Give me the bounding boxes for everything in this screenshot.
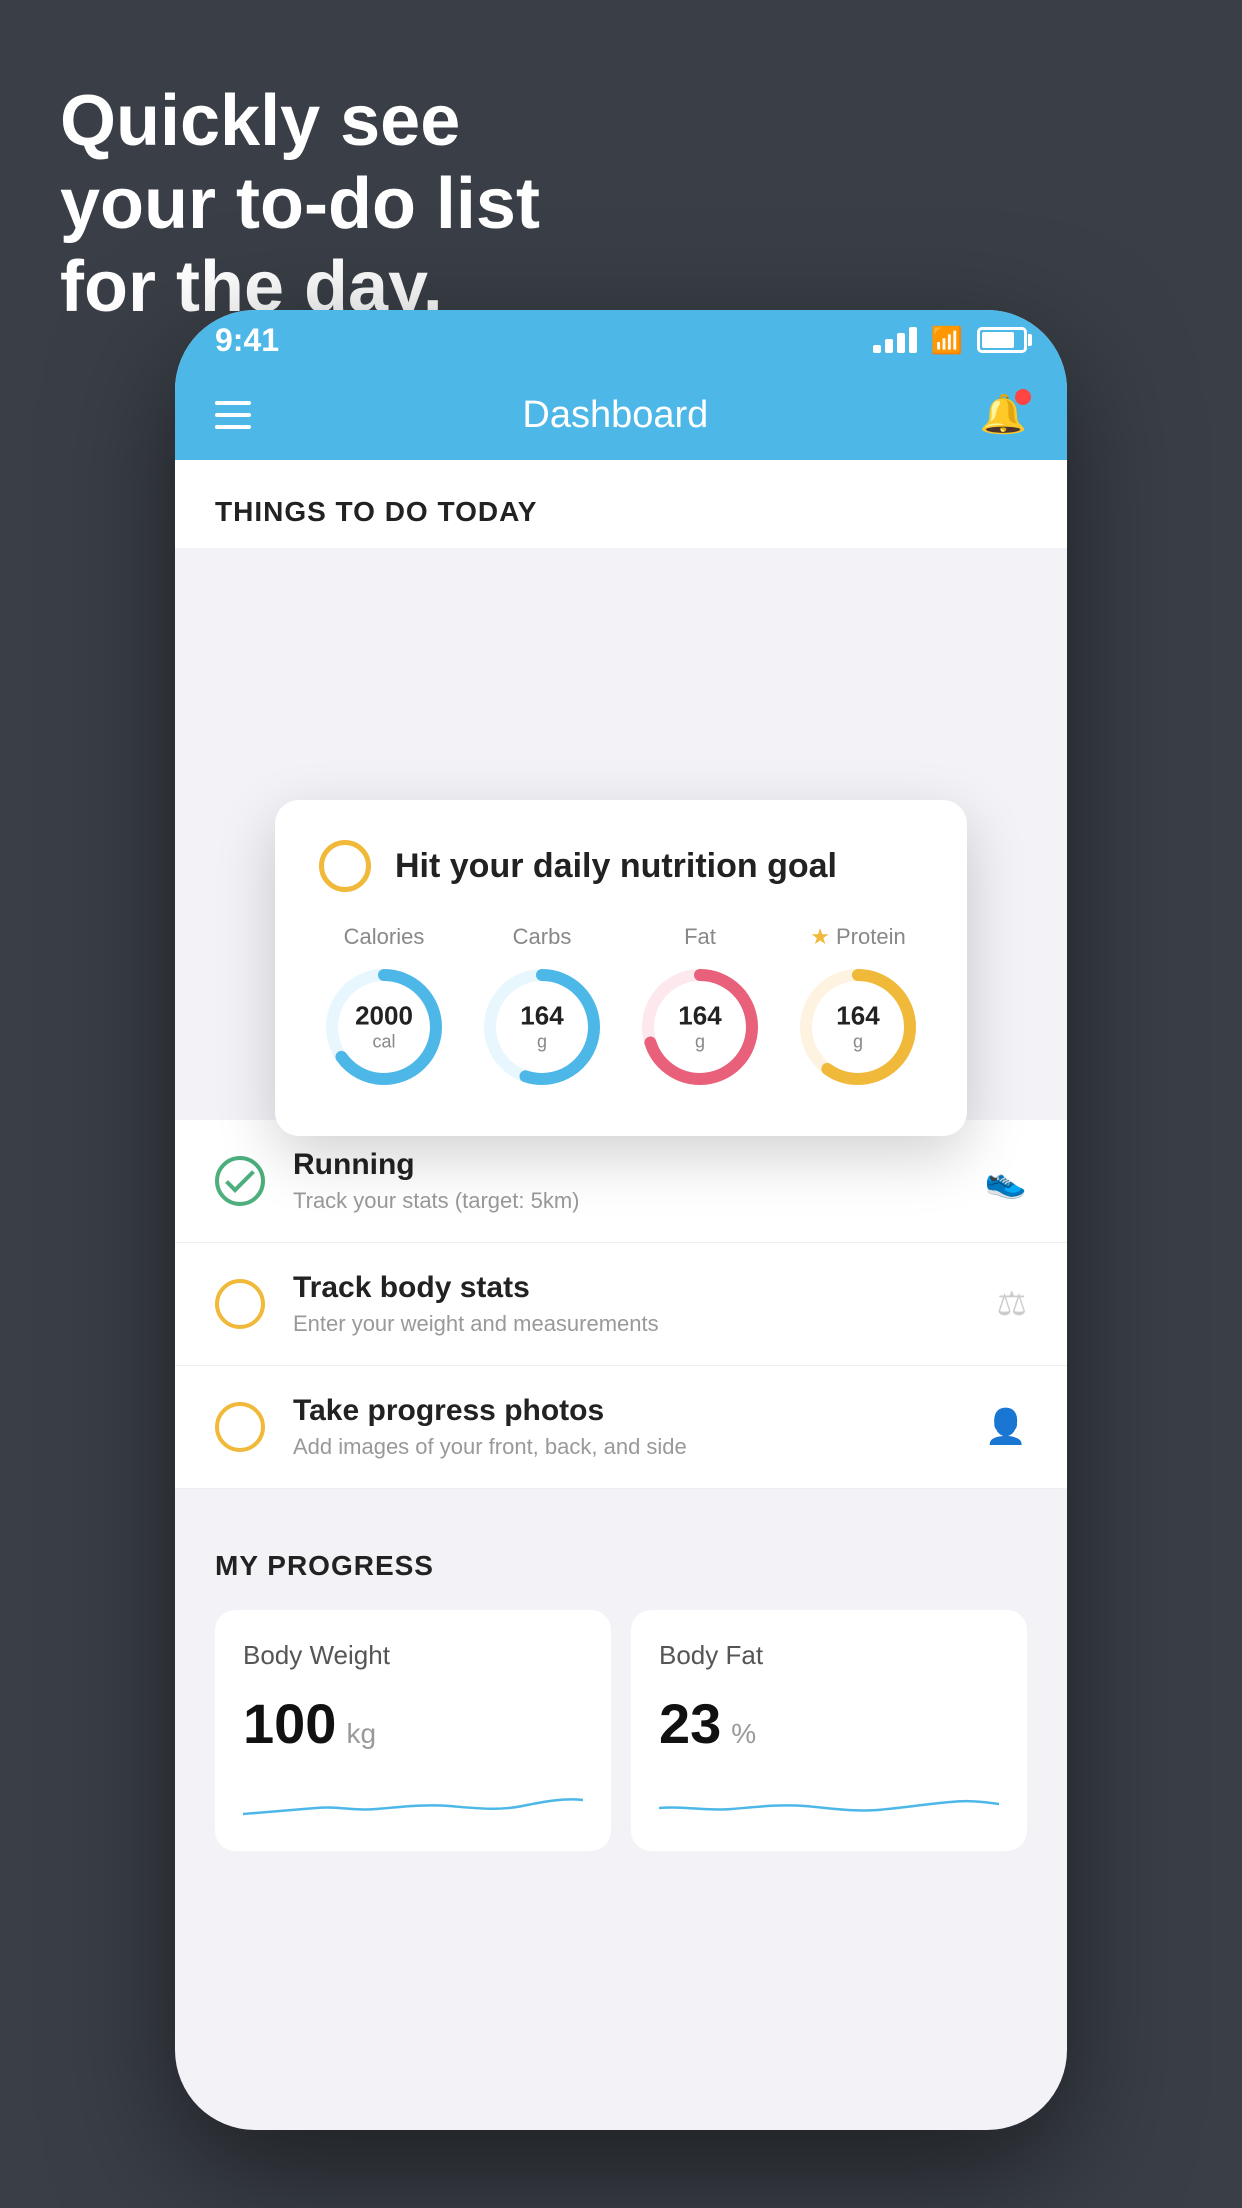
body-weight-unit: kg — [346, 1718, 376, 1750]
running-icon: 👟 — [985, 1161, 1027, 1201]
body-stats-text: Track body stats Enter your weight and m… — [293, 1271, 969, 1337]
photos-subtitle: Add images of your front, back, and side — [293, 1434, 957, 1460]
app-header: Dashboard 🔔 — [175, 370, 1067, 460]
macro-protein-label: ★ Protein — [810, 924, 905, 950]
body-fat-value: 23 — [659, 1691, 721, 1756]
running-circle — [215, 1156, 265, 1206]
things-section-title: THINGS TO DO TODAY — [175, 460, 1067, 548]
calories-value: 2000 — [355, 1001, 413, 1032]
carbs-value: 164 — [520, 1001, 563, 1032]
photos-title: Take progress photos — [293, 1394, 957, 1428]
fat-donut: 164 g — [635, 962, 765, 1092]
macro-carbs: Carbs 164 g — [477, 924, 607, 1092]
person-icon: 👤 — [985, 1407, 1027, 1447]
headline-line2: your to-do list — [60, 163, 540, 246]
nutrition-circle — [319, 840, 371, 892]
progress-title: MY PROGRESS — [215, 1550, 1027, 1582]
body-stats-subtitle: Enter your weight and measurements — [293, 1311, 969, 1337]
body-fat-sparkline — [659, 1776, 999, 1826]
macros-row: Calories 2000 cal Carbs — [319, 924, 923, 1092]
calories-donut: 2000 cal — [319, 962, 449, 1092]
todo-item-body-stats[interactable]: Track body stats Enter your weight and m… — [175, 1243, 1067, 1366]
running-subtitle: Track your stats (target: 5km) — [293, 1188, 957, 1214]
nutrition-card-title: Hit your daily nutrition goal — [395, 847, 837, 886]
header-title: Dashboard — [522, 394, 708, 437]
bell-icon[interactable]: 🔔 — [980, 393, 1027, 437]
content-area: THINGS TO DO TODAY — [175, 460, 1067, 548]
star-icon: ★ — [810, 924, 830, 950]
protein-donut: 164 g — [793, 962, 923, 1092]
card-header-row: Hit your daily nutrition goal — [319, 840, 923, 892]
progress-cards: Body Weight 100 kg Body Fat 23 % — [215, 1610, 1027, 1851]
photos-circle — [215, 1402, 265, 1452]
body-weight-card: Body Weight 100 kg — [215, 1610, 611, 1851]
progress-section: MY PROGRESS Body Weight 100 kg Body Fat … — [175, 1510, 1067, 1891]
macro-fat-label: Fat — [684, 924, 716, 950]
status-time: 9:41 — [215, 322, 279, 359]
notification-dot — [1015, 389, 1031, 405]
status-bar: 9:41 📶 — [175, 310, 1067, 370]
macro-calories-label: Calories — [344, 924, 425, 950]
body-weight-value-row: 100 kg — [243, 1691, 583, 1756]
nutrition-card: Hit your daily nutrition goal Calories 2… — [275, 800, 967, 1136]
headline: Quickly see your to-do list for the day. — [60, 80, 540, 328]
body-fat-card-title: Body Fat — [659, 1640, 999, 1671]
macro-calories: Calories 2000 cal — [319, 924, 449, 1092]
running-title: Running — [293, 1148, 957, 1182]
todo-item-progress-photos[interactable]: Take progress photos Add images of your … — [175, 1366, 1067, 1489]
phone-mockup: 9:41 📶 Dashboard 🔔 THINGS TO DO TODAY — [175, 310, 1067, 2130]
fat-value: 164 — [678, 1001, 721, 1032]
scale-icon: ⚖ — [997, 1284, 1027, 1324]
body-fat-card: Body Fat 23 % — [631, 1610, 1027, 1851]
hamburger-menu[interactable] — [215, 401, 251, 429]
battery-icon — [977, 327, 1027, 353]
photos-text: Take progress photos Add images of your … — [293, 1394, 957, 1460]
macro-protein: ★ Protein 164 g — [793, 924, 923, 1092]
todo-item-running[interactable]: Running Track your stats (target: 5km) 👟 — [175, 1120, 1067, 1243]
todo-list: Running Track your stats (target: 5km) 👟… — [175, 1120, 1067, 1489]
body-stats-title: Track body stats — [293, 1271, 969, 1305]
status-icons: 📶 — [873, 325, 1027, 356]
check-icon — [225, 1163, 255, 1193]
carbs-donut: 164 g — [477, 962, 607, 1092]
signal-icon — [873, 327, 917, 353]
macro-carbs-label: Carbs — [513, 924, 572, 950]
body-fat-unit: % — [731, 1718, 756, 1750]
running-text: Running Track your stats (target: 5km) — [293, 1148, 957, 1214]
macro-fat: Fat 164 g — [635, 924, 765, 1092]
headline-line1: Quickly see — [60, 80, 540, 163]
body-fat-value-row: 23 % — [659, 1691, 999, 1756]
body-weight-card-title: Body Weight — [243, 1640, 583, 1671]
wifi-icon: 📶 — [931, 325, 963, 356]
body-stats-circle — [215, 1279, 265, 1329]
body-weight-sparkline — [243, 1776, 583, 1826]
protein-value: 164 — [836, 1001, 879, 1032]
body-weight-value: 100 — [243, 1691, 336, 1756]
